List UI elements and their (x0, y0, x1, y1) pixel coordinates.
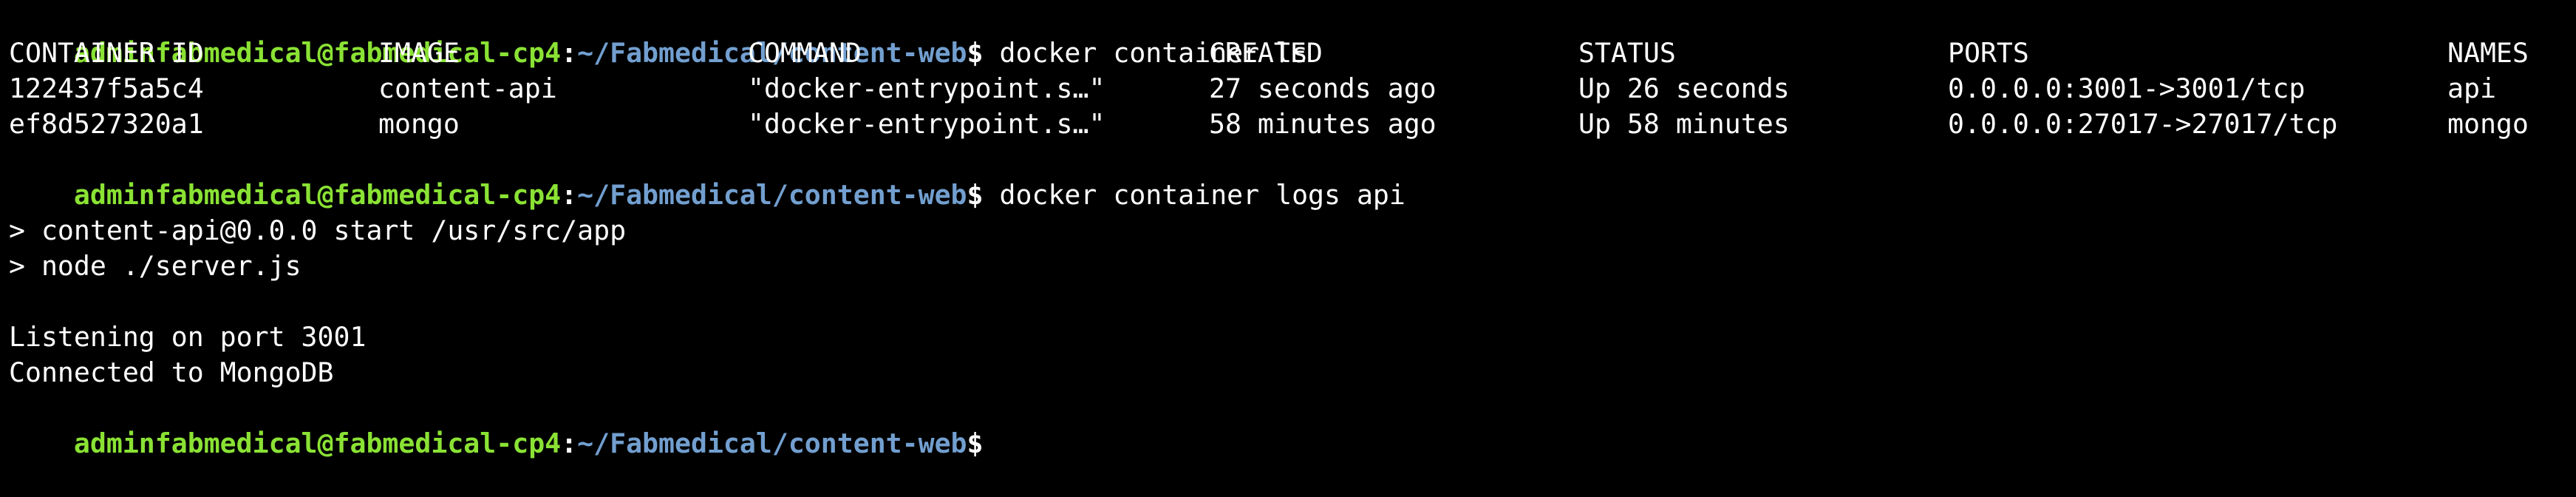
cell-ports: 0.0.0.0:3001->3001/tcp (1948, 72, 2306, 104)
cell-ports: 0.0.0.0:27017->27017/tcp (1948, 108, 2338, 140)
cell-image: content-api (378, 72, 557, 104)
cell-status: Up 26 seconds (1578, 72, 1790, 104)
header-command: COMMAND (748, 37, 862, 69)
cell-names: api (2447, 72, 2496, 104)
prompt-user-host: adminfabmedical@fabmedical-cp4 (73, 427, 562, 459)
cell-created: 58 minutes ago (1209, 108, 1437, 140)
prompt-separator: : (561, 427, 578, 459)
log-line: Connected to MongoDB (9, 356, 334, 388)
command-text: docker container logs api (999, 179, 1405, 211)
prompt-separator: : (561, 179, 578, 211)
cell-image: mongo (378, 108, 460, 140)
table-row: 122437f5a5c4 content-api "docker-entrypo… (9, 71, 2573, 106)
table-row: ef8d527320a1 mongo "docker-entrypoint.s…… (9, 106, 2573, 142)
cell-names: mongo (2447, 108, 2529, 140)
header-container-id: CONTAINER ID (9, 37, 204, 69)
cell-container-id: 122437f5a5c4 (9, 72, 204, 104)
terminal-window[interactable]: adminfabmedical@fabmedical-cp4:~/Fabmedi… (9, 0, 2573, 459)
log-line: > content-api@0.0.0 start /usr/src/app (9, 214, 627, 246)
prompt-path: ~/Fabmedical/content-web (577, 427, 967, 459)
log-line: > node ./server.js (9, 250, 301, 282)
prompt-user-host: adminfabmedical@fabmedical-cp4 (73, 179, 562, 211)
header-status: STATUS (1578, 37, 1676, 69)
prompt-path: ~/Fabmedical/content-web (577, 179, 967, 211)
cell-command: "docker-entrypoint.s…" (748, 72, 1105, 104)
log-line: Listening on port 3001 (9, 321, 367, 353)
cell-created: 27 seconds ago (1209, 72, 1437, 104)
cell-container-id: ef8d527320a1 (9, 108, 204, 140)
cell-status: Up 58 minutes (1578, 108, 1790, 140)
prompt-line-3[interactable]: adminfabmedical@fabmedical-cp4:~/Fabmedi… (9, 390, 984, 459)
header-names: NAMES (2447, 37, 2529, 69)
prompt-symbol: $ (967, 179, 984, 211)
header-ports: PORTS (1948, 37, 2029, 69)
cell-command: "docker-entrypoint.s…" (748, 108, 1105, 140)
prompt-line-2: adminfabmedical@fabmedical-cp4:~/Fabmedi… (9, 142, 1405, 211)
prompt-line-1: adminfabmedical@fabmedical-cp4:~/Fabmedi… (9, 0, 1308, 69)
table-header-row: CONTAINER ID IMAGE COMMAND CREATED STATU… (9, 36, 2573, 71)
prompt-symbol: $ (967, 427, 984, 459)
header-created: CREATED (1209, 37, 1323, 69)
header-image: IMAGE (378, 37, 460, 69)
